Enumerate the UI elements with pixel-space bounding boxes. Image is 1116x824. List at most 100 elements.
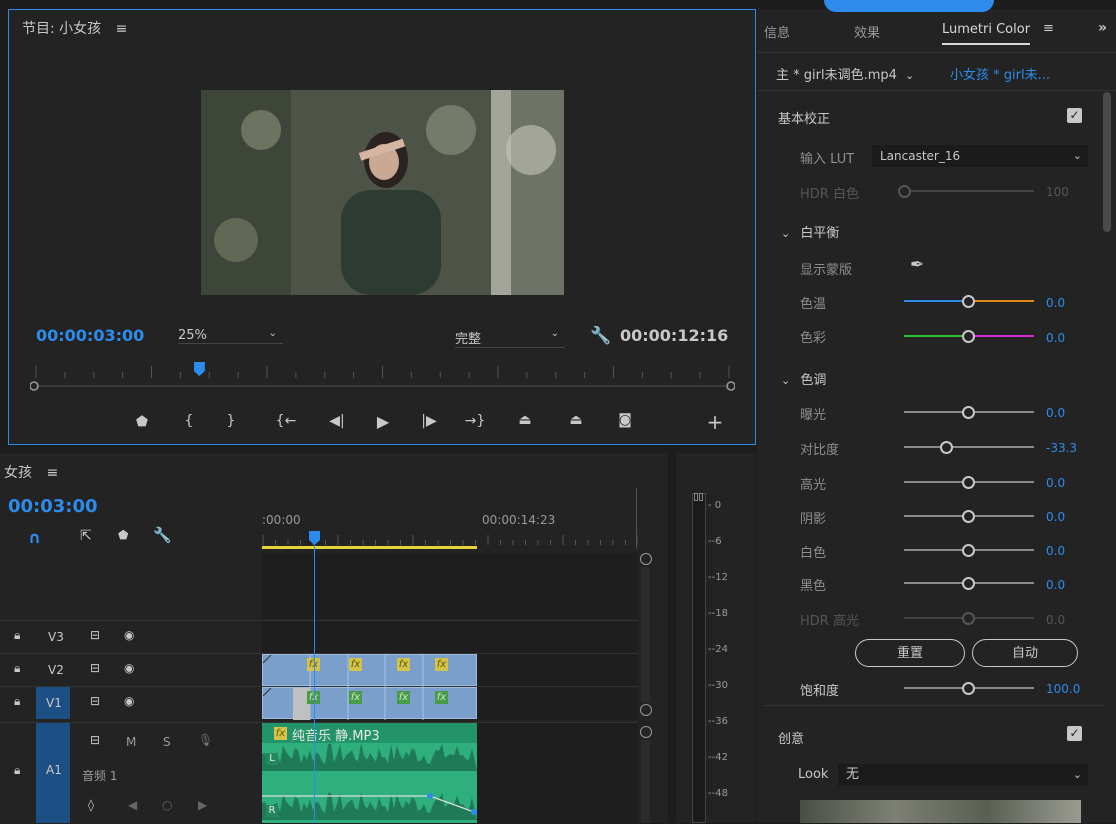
blacks-value[interactable]: 0.0 — [1046, 578, 1065, 592]
timeline-title[interactable]: 女孩 ≡ — [4, 462, 58, 482]
highlights-knob[interactable] — [962, 476, 975, 489]
extract-icon[interactable]: ⏏ — [565, 412, 587, 428]
microphone-icon[interactable]: 🎙︎ — [198, 733, 213, 747]
go-to-out-icon[interactable]: →} — [464, 413, 486, 429]
lock-icon[interactable]: 🔒︎ — [14, 661, 20, 676]
prev-keyframe-icon[interactable]: ◀ — [128, 798, 137, 812]
blacks-knob[interactable] — [962, 577, 975, 590]
zoom-handle-icon[interactable] — [640, 704, 652, 716]
sync-lock-icon[interactable]: ⊟ — [90, 733, 100, 747]
contrast-slider[interactable] — [904, 446, 1034, 448]
track-name-a1[interactable]: A1 — [46, 763, 62, 777]
basic-correction-header[interactable]: 基本校正 — [778, 108, 830, 127]
lock-icon[interactable]: 🔒︎ — [14, 763, 20, 778]
fx-badge[interactable]: fx — [274, 727, 287, 740]
zoom-handle-icon[interactable] — [640, 553, 652, 565]
fx-badge[interactable]: fx — [397, 658, 410, 671]
hdr-highlights-knob[interactable] — [962, 612, 975, 625]
shadows-value[interactable]: 0.0 — [1046, 510, 1065, 524]
track-name-v1[interactable]: V1 — [46, 696, 62, 710]
sync-lock-icon[interactable]: ⊟ — [90, 628, 100, 642]
monitor-scrubber[interactable] — [29, 379, 736, 393]
track-name-v3[interactable]: V3 — [48, 630, 64, 644]
tab-effects[interactable]: 效果 — [854, 22, 880, 41]
play-icon[interactable]: ▶ — [372, 412, 394, 431]
tone-header[interactable]: ⌄ 色调 — [781, 369, 826, 388]
go-to-in-icon[interactable]: {← — [275, 413, 297, 429]
hdr-white-knob[interactable] — [898, 185, 911, 198]
fx-badge[interactable]: fx — [349, 691, 362, 704]
timeline-timecode[interactable]: 00:03:00 — [8, 496, 98, 517]
current-timecode[interactable]: 00:00:03:00 — [36, 326, 144, 345]
tab-lumetri-color[interactable]: Lumetri Color — [942, 22, 1031, 45]
panel-scrollbar[interactable] — [1103, 92, 1111, 232]
auto-button[interactable]: 自动 — [972, 639, 1078, 667]
add-marker-icon[interactable]: ⬟ — [131, 414, 153, 430]
eye-icon[interactable]: ◉ — [124, 628, 134, 642]
saturation-knob[interactable] — [962, 682, 975, 695]
highlights-value[interactable]: 0.0 — [1046, 476, 1065, 490]
reset-button[interactable]: 重置 — [855, 639, 965, 667]
hamburger-icon[interactable]: ≡ — [116, 21, 128, 37]
exposure-value[interactable]: 0.0 — [1046, 406, 1065, 420]
fx-badge[interactable]: fx — [397, 691, 410, 704]
sync-lock-icon[interactable]: ⊟ — [90, 694, 100, 708]
look-dropdown[interactable]: 无 ⌄ — [838, 764, 1088, 786]
audio-clip-a1[interactable]: fx 纯音乐 静.MP3 L R — [262, 723, 477, 823]
audio-scrollbar[interactable] — [641, 740, 650, 823]
contrast-knob[interactable] — [940, 441, 953, 454]
solo-button[interactable]: S — [163, 735, 171, 749]
add-button-icon[interactable]: + — [704, 410, 726, 434]
whites-knob[interactable] — [962, 544, 975, 557]
mute-button[interactable]: M — [126, 735, 136, 749]
hamburger-icon[interactable]: ≡ — [1043, 21, 1054, 36]
quality-dropdown[interactable]: 完整 ⌄ — [455, 328, 565, 348]
fx-badge[interactable]: fx — [349, 658, 362, 671]
overflow-icon[interactable]: » — [1098, 20, 1107, 36]
temperature-value[interactable]: 0.0 — [1046, 296, 1065, 310]
lock-icon[interactable]: 🔒︎ — [14, 628, 20, 643]
source-sequence-link[interactable]: 小女孩 * girl未... — [950, 64, 1050, 83]
eye-icon[interactable]: ◉ — [124, 694, 134, 708]
monitor-title[interactable]: 节目: 小女孩 ≡ — [22, 18, 127, 38]
source-master-selector[interactable]: 主 * girl未调色.mp4 ⌄ — [776, 64, 914, 83]
fx-badge[interactable]: fx — [435, 658, 448, 671]
eye-icon[interactable]: ◉ — [124, 661, 134, 675]
keyframe-icon[interactable]: ◊ — [88, 798, 94, 812]
shadows-knob[interactable] — [962, 510, 975, 523]
creative-checkbox[interactable]: ✓ — [1067, 726, 1082, 741]
tab-info[interactable]: 信息 — [764, 22, 790, 41]
eyedropper-icon[interactable]: ✒ — [910, 255, 924, 275]
basic-correction-checkbox[interactable]: ✓ — [1067, 108, 1082, 123]
sync-lock-icon[interactable]: ⊟ — [90, 661, 100, 675]
lift-icon[interactable]: ⏏ — [514, 412, 536, 428]
step-back-icon[interactable]: ◀| — [326, 413, 348, 429]
whites-value[interactable]: 0.0 — [1046, 544, 1065, 558]
lock-icon[interactable]: 🔒︎ — [14, 694, 20, 709]
video-clip-v2[interactable]: fx fx fx fx — [262, 654, 477, 687]
step-forward-icon[interactable]: |▶ — [418, 413, 440, 429]
track-name-v2[interactable]: V2 — [48, 663, 64, 677]
contrast-value[interactable]: -33.3 — [1046, 441, 1077, 455]
saturation-value[interactable]: 100.0 — [1046, 682, 1080, 696]
hamburger-icon[interactable]: ≡ — [46, 465, 58, 481]
temperature-knob[interactable] — [962, 295, 975, 308]
zoom-dropdown[interactable]: 25% ⌄ — [178, 328, 283, 344]
hdr-white-slider[interactable] — [904, 190, 1034, 192]
creative-header[interactable]: 创意 — [778, 728, 804, 747]
wrench-icon[interactable]: 🔧 — [153, 526, 172, 544]
linked-selection-icon[interactable]: ⇱ — [80, 528, 92, 544]
add-keyframe-icon[interactable]: ○ — [162, 798, 172, 812]
white-balance-header[interactable]: ⌄ 白平衡 — [781, 222, 839, 241]
next-keyframe-icon[interactable]: ▶ — [198, 798, 207, 812]
tint-knob[interactable] — [962, 330, 975, 343]
video-clip-v1[interactable]: fx fx fx fx — [262, 687, 477, 720]
zoom-handle-icon[interactable] — [640, 726, 652, 738]
video-scrollbar[interactable] — [641, 567, 650, 702]
exposure-knob[interactable] — [962, 406, 975, 419]
work-area-bar[interactable] — [262, 546, 477, 549]
fx-badge[interactable]: fx — [435, 691, 448, 704]
mark-in-icon[interactable]: { — [178, 413, 200, 429]
tint-value[interactable]: 0.0 — [1046, 331, 1065, 345]
camera-icon[interactable]: ◙ — [614, 412, 636, 428]
